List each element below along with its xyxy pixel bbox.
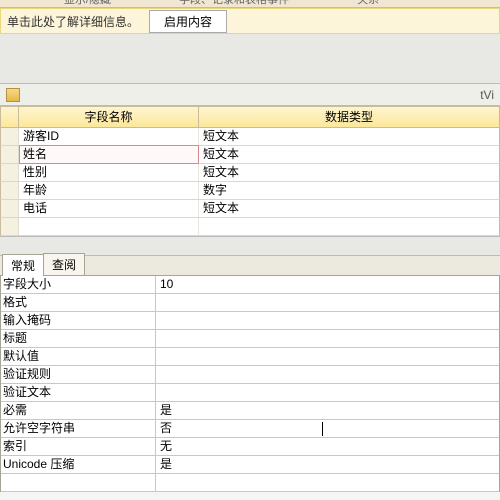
field-row[interactable]: 游客ID 短文本 [0,128,500,146]
prop-value[interactable] [156,312,499,329]
data-type-cell[interactable]: 短文本 [199,146,499,163]
field-row[interactable] [0,218,500,236]
prop-label: 验证文本 [1,384,156,401]
field-name-cell[interactable]: 姓名 [19,145,199,164]
row-selector[interactable] [1,128,19,145]
data-type-header: 数据类型 [199,107,499,127]
data-type-cell[interactable]: 短文本 [199,164,499,181]
prop-value[interactable] [156,366,499,383]
data-type-cell[interactable]: 短文本 [199,200,499,217]
security-details-link[interactable]: 单击此处了解详细信息。 [7,13,139,30]
prop-value[interactable]: 是 [156,402,499,419]
row-selector[interactable] [1,200,19,217]
object-tab-name[interactable]: tVi [480,88,494,102]
prop-label: Unicode 压缩 [1,456,156,473]
prop-label: 默认值 [1,348,156,365]
tab-general[interactable]: 常规 [2,254,44,276]
field-name-header: 字段名称 [19,107,199,127]
field-name-cell[interactable] [19,218,199,235]
prop-value[interactable]: 无 [156,438,499,455]
prop-label: 字段大小 [1,276,156,293]
row-selector[interactable] [1,164,19,181]
prop-value[interactable] [156,474,499,491]
prop-label: 验证规则 [1,366,156,383]
field-row[interactable]: 性别 短文本 [0,164,500,182]
tab-lookup[interactable]: 查阅 [43,253,85,275]
prop-value[interactable]: 是 [156,456,499,473]
prop-label: 索引 [1,438,156,455]
property-tabs: 常规 查阅 [0,256,500,276]
prop-value[interactable] [156,294,499,311]
field-row[interactable]: 年龄 数字 [0,182,500,200]
prop-label: 允许空字符串 [1,420,156,437]
field-name-cell[interactable]: 电话 [19,200,199,217]
grid-header-row: 字段名称 数据类型 [0,106,500,128]
data-type-cell[interactable] [199,218,499,235]
ribbon-label-3: 关系 [353,0,383,7]
data-type-cell[interactable]: 短文本 [199,128,499,145]
data-type-cell[interactable]: 数字 [199,182,499,199]
row-selector[interactable] [1,182,19,199]
ribbon-label-2: 字段、记录和表格事件 [175,0,293,7]
text-cursor [322,422,323,436]
prop-label: 格式 [1,294,156,311]
ribbon-group-labels: 显示/隐藏 字段、记录和表格事件 关系 [0,0,500,8]
ribbon-label-1: 显示/隐藏 [60,0,115,7]
object-tab-bar: tVi [0,84,500,106]
security-warning-bar: 单击此处了解详细信息。 启用内容 [0,8,500,34]
field-name-cell[interactable]: 游客ID [19,128,199,145]
field-name-cell[interactable]: 年龄 [19,182,199,199]
prop-label: 标题 [1,330,156,347]
ribbon-pane [0,34,500,84]
row-selector[interactable] [1,146,19,163]
prop-label: 输入掩码 [1,312,156,329]
row-selector-header[interactable] [1,107,19,127]
property-sheet: 字段大小10 格式 输入掩码 标题 默认值 验证规则 验证文本 必需是 允许空字… [0,276,500,492]
prop-value[interactable] [156,330,499,347]
field-design-grid: 字段名称 数据类型 游客ID 短文本 姓名 短文本 性别 短文本 年龄 数字 电… [0,106,500,236]
prop-value[interactable]: 否 [156,420,499,437]
enable-content-button[interactable]: 启用内容 [149,10,227,33]
table-icon [6,88,20,102]
field-row[interactable]: 电话 短文本 [0,200,500,218]
prop-value[interactable] [156,348,499,365]
prop-value[interactable]: 10 [156,276,499,293]
prop-label: 必需 [1,402,156,419]
field-name-cell[interactable]: 性别 [19,164,199,181]
prop-value[interactable] [156,384,499,401]
prop-label [1,474,156,491]
row-selector[interactable] [1,218,19,235]
field-row[interactable]: 姓名 短文本 [0,146,500,164]
